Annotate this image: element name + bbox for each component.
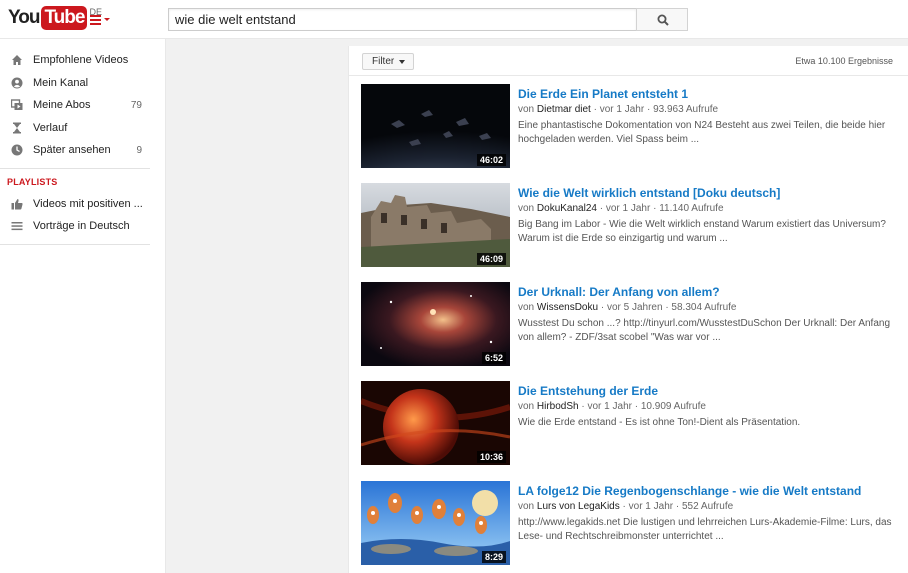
video-title-link[interactable]: Die Erde Ein Planet entsteht 1 (518, 87, 688, 101)
sidebar-item-label: Mein Kanal (33, 77, 89, 89)
logo-you-text: You (8, 7, 41, 28)
playlists-heading: PLAYLISTS (7, 177, 58, 187)
sidebar-item-watch-later[interactable]: Später ansehen 9 (0, 139, 166, 161)
video-description: Eine phantastische Dokomentation von N24… (518, 120, 886, 145)
thumbs-up-icon (11, 199, 23, 210)
filter-button[interactable]: Filter (362, 53, 414, 70)
sidebar-item-label: Videos mit positiven ... (33, 198, 143, 210)
view-count: 58.304 Aufrufe (671, 302, 737, 313)
video-title-link[interactable]: Der Urknall: Der Anfang von allem? (518, 285, 720, 299)
upload-age: vor 1 Jahr (587, 401, 632, 412)
search-icon (657, 14, 669, 26)
video-meta: von DokuKanal24 · vor 1 Jahr · 11.140 Au… (518, 203, 724, 214)
search-results-panel: Filter Etwa 10.100 Ergebnisse 46:02 Die … (348, 46, 908, 573)
channel-link[interactable]: Dietmar diet (537, 104, 591, 115)
video-description: http://www.legakids.net Die lustigen und… (518, 517, 892, 542)
video-thumbnail[interactable]: 8:29 (361, 481, 510, 565)
by-label: von (518, 302, 535, 313)
logo-tube-text: Tube (41, 6, 88, 30)
sidebar-item-label: Meine Abos (33, 99, 91, 111)
upload-age: vor 1 Jahr (605, 203, 651, 214)
channel-link[interactable]: WissensDoku (537, 302, 598, 313)
video-description: Wie die Erde entstand - Es ist ohne Ton!… (518, 417, 801, 428)
video-result: 8:29 LA folge12 Die Regenbogenschlange -… (361, 481, 901, 565)
video-duration: 46:09 (476, 253, 506, 265)
sidebar-item-my-channel[interactable]: Mein Kanal (0, 72, 166, 94)
video-title-link[interactable]: Wie die Welt wirklich entstand [Doku deu… (518, 186, 780, 200)
channel-link[interactable]: HirbodSh (537, 401, 579, 412)
search-button[interactable] (636, 8, 688, 31)
by-label: von (518, 104, 535, 115)
guide-menu-icon[interactable] (90, 13, 112, 27)
view-count: 93.963 Aufrufe (653, 104, 719, 115)
results-toolbar: Filter Etwa 10.100 Ergebnisse (349, 46, 908, 76)
video-description: Big Bang im Labor - Wie die Welt wirklic… (518, 219, 886, 244)
sidebar-item-label: Empfohlene Videos (33, 54, 129, 66)
video-title-link[interactable]: LA folge12 Die Regenbogenschlange - wie … (518, 484, 861, 498)
guide-sidebar: Empfohlene Videos Mein Kanal Meine Abos … (0, 39, 166, 573)
upload-age: vor 1 Jahr (599, 104, 645, 115)
video-thumbnail[interactable]: 6:52 (361, 282, 510, 366)
sidebar-item-label: Vorträge in Deutsch (33, 220, 130, 232)
video-title-link[interactable]: Die Entstehung der Erde (518, 384, 658, 398)
video-meta: von HirbodSh · vor 1 Jahr · 10.909 Aufru… (518, 401, 706, 412)
video-description: Wusstest Du schon ...? http://tinyurl.co… (518, 318, 891, 343)
video-duration: 6:52 (481, 352, 506, 364)
history-icon (13, 122, 21, 134)
home-icon (12, 55, 22, 65)
search-input[interactable] (168, 8, 636, 31)
youtube-logo[interactable]: You Tube DE (8, 6, 102, 30)
video-thumbnail[interactable]: 10:36 (361, 381, 510, 465)
masthead: You Tube DE (0, 0, 908, 39)
video-result: 6:52 Der Urknall: Der Anfang von allem? … (361, 282, 901, 366)
sidebar-item-history[interactable]: Verlauf (0, 117, 166, 139)
channel-link[interactable]: DokuKanal24 (537, 203, 597, 214)
watch-later-icon (11, 144, 23, 156)
video-meta: von Dietmar diet · vor 1 Jahr · 93.963 A… (518, 104, 719, 115)
sidebar-item-subscriptions[interactable]: Meine Abos 79 (0, 94, 166, 116)
upload-age: vor 1 Jahr (628, 501, 674, 512)
sidebar-item-label: Später ansehen (33, 144, 111, 156)
video-result: 10:36 Die Entstehung der Erde von Hirbod… (361, 381, 901, 465)
subscriptions-icon (11, 99, 23, 110)
video-duration: 8:29 (481, 551, 506, 563)
by-label: von (518, 501, 535, 512)
video-duration: 46:02 (476, 154, 506, 166)
user-icon (11, 77, 23, 89)
video-meta: von Lurs von LegaKids · vor 1 Jahr · 552… (518, 501, 734, 512)
sidebar-item-playlist-vortraege[interactable]: Vorträge in Deutsch (0, 215, 166, 237)
sidebar-divider (0, 244, 150, 245)
view-count: 552 Aufrufe (682, 501, 734, 512)
by-label: von (518, 203, 535, 214)
view-count: 11.140 Aufrufe (659, 203, 724, 214)
upload-age: vor 5 Jahren (606, 302, 663, 313)
video-thumbnail[interactable]: 46:02 (361, 84, 510, 168)
by-label: von (518, 401, 535, 412)
sidebar-item-recommended[interactable]: Empfohlene Videos (0, 49, 166, 71)
chevron-down-icon (399, 60, 405, 64)
sidebar-item-label: Verlauf (33, 122, 68, 134)
video-thumbnail[interactable]: 46:09 (361, 183, 510, 267)
video-result: 46:02 Die Erde Ein Planet entsteht 1 von… (361, 84, 901, 168)
playlist-icon (11, 222, 23, 231)
watch-later-count: 9 (136, 144, 142, 156)
channel-link[interactable]: Lurs von LegaKids (537, 501, 620, 512)
video-meta: von WissensDoku · vor 5 Jahren · 58.304 … (518, 302, 737, 313)
video-duration: 10:36 (476, 451, 506, 463)
subscription-count: 79 (130, 99, 142, 111)
results-count: Etwa 10.100 Ergebnisse (795, 56, 893, 66)
filter-label: Filter (372, 56, 395, 67)
view-count: 10.909 Aufrufe (640, 401, 706, 412)
sidebar-item-liked-videos[interactable]: Videos mit positiven ... (0, 193, 166, 215)
video-result: 46:09 Wie die Welt wirklich entstand [Do… (361, 183, 901, 267)
sidebar-divider (0, 168, 150, 169)
